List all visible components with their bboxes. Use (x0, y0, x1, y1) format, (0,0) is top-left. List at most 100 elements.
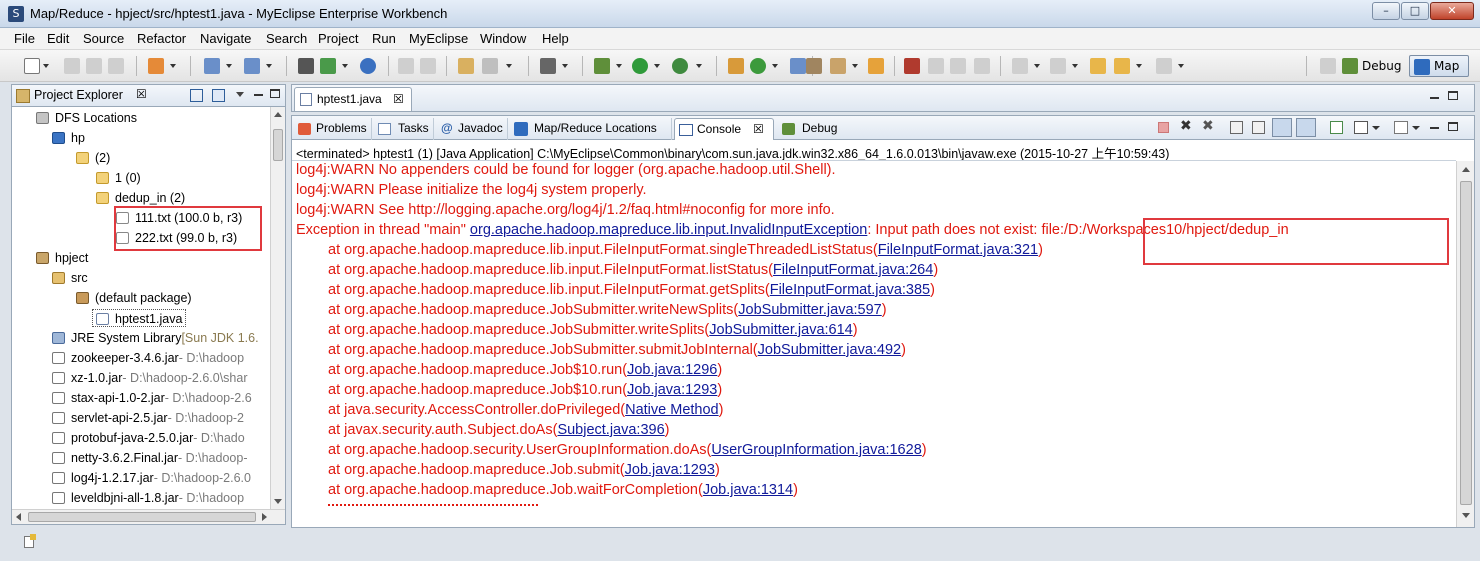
chevron-down-icon[interactable] (562, 64, 568, 68)
chevron-down-icon[interactable] (654, 64, 660, 68)
scroll-right-arrow-icon[interactable] (262, 513, 267, 521)
stack-frame-source-link[interactable]: JobSubmitter.java:614 (709, 322, 852, 338)
tree-item[interactable]: hp (52, 129, 85, 147)
stack-frame-source-link[interactable]: Job.java:1293 (627, 382, 717, 398)
tab-javadoc[interactable]: @ Javadoc (436, 118, 508, 140)
debug-perspective-label[interactable]: Debug (1362, 59, 1401, 73)
close-tab-icon[interactable]: ☒ (136, 87, 147, 101)
maximize-view-icon[interactable] (1448, 122, 1458, 131)
stack-frame-source-link[interactable]: FileInputFormat.java:385 (770, 282, 930, 298)
scroll-down-arrow-icon[interactable] (274, 499, 282, 504)
tree-item[interactable]: src (52, 269, 88, 287)
forward-icon[interactable] (1156, 58, 1172, 74)
tree-item[interactable]: netty-3.6.2.Final.jar - D:\hadoop- (52, 449, 247, 467)
tab-console[interactable]: Console ☒ (674, 118, 774, 140)
browser-icon[interactable] (360, 58, 376, 74)
tree-item[interactable]: 1 (0) (96, 169, 141, 187)
menu-navigate[interactable]: Navigate (200, 31, 251, 46)
menu-edit[interactable]: Edit (47, 31, 69, 46)
stack-frame-source-link[interactable]: Native Method (625, 402, 719, 418)
chevron-down-icon[interactable] (852, 64, 858, 68)
pin-console-icon[interactable] (1330, 121, 1343, 134)
stack-frame-source-link[interactable]: Job.java:1296 (627, 362, 717, 378)
new-class-icon[interactable] (750, 58, 766, 74)
prev-annotation-icon[interactable] (1050, 58, 1066, 74)
chevron-down-icon[interactable] (1034, 64, 1040, 68)
save-icon[interactable] (64, 58, 80, 74)
external-tools-icon[interactable] (672, 58, 688, 74)
collapse-all-icon[interactable] (190, 89, 203, 102)
back-icon[interactable] (1114, 58, 1130, 74)
server-icon[interactable] (244, 58, 260, 74)
paragraph-icon[interactable] (974, 58, 990, 74)
remove-all-launches-icon[interactable]: ✖ (1202, 118, 1214, 134)
tab-tasks[interactable]: Tasks (374, 118, 434, 140)
tree-item[interactable]: log4j-1.2.17.jar - D:\hadoop-2.6.0 (52, 469, 251, 487)
chevron-down-icon[interactable] (696, 64, 702, 68)
pencil-icon[interactable] (830, 58, 846, 74)
stack-frame-source-link[interactable]: JobSubmitter.java:597 (738, 302, 881, 318)
chevron-down-icon[interactable] (1372, 126, 1380, 130)
chevron-down-icon[interactable] (772, 64, 778, 68)
chevron-down-icon[interactable] (170, 64, 176, 68)
new-web-project-icon[interactable] (148, 58, 164, 74)
chevron-down-icon[interactable] (342, 64, 348, 68)
remove-launch-icon[interactable]: ✖ (1180, 118, 1192, 134)
chevron-down-icon[interactable] (1072, 64, 1078, 68)
maximize-editor-icon[interactable] (1448, 91, 1458, 100)
open-perspective-icon[interactable] (1320, 58, 1336, 74)
maximize-view-icon[interactable] (270, 89, 280, 98)
open-console-icon[interactable] (1394, 121, 1408, 134)
minimize-view-icon[interactable] (254, 94, 263, 96)
next-annotation-icon[interactable] (1012, 58, 1028, 74)
tree-item[interactable]: zookeeper-3.4.6.jar - D:\hadoop (52, 349, 244, 367)
open-folder-icon[interactable] (868, 58, 884, 74)
close-tab-icon[interactable]: ☒ (753, 119, 764, 139)
display-console-icon[interactable] (1354, 121, 1368, 134)
stack-frame-source-link[interactable]: JobSubmitter.java:492 (758, 342, 901, 358)
open-type-icon[interactable] (398, 58, 414, 74)
search-tool-icon[interactable] (806, 58, 822, 74)
tree-item[interactable]: hpject (36, 249, 88, 267)
new-icon[interactable] (24, 58, 40, 74)
scroll-down-arrow-icon[interactable] (1462, 513, 1470, 518)
project-explorer-tab[interactable]: Project Explorer (34, 88, 123, 102)
tree-item[interactable]: leveldbjni-all-1.8.jar - D:\hadoop (52, 489, 244, 507)
terminate-icon[interactable] (1158, 122, 1169, 133)
show-on-stderr-icon[interactable] (1296, 118, 1316, 137)
menu-file[interactable]: File (14, 31, 35, 46)
stack-frame-source-link[interactable]: UserGroupInformation.java:1628 (711, 442, 921, 458)
debug-icon[interactable] (594, 58, 610, 74)
menu-search[interactable]: Search (266, 31, 307, 46)
stack-frame-source-link[interactable]: Job.java:1293 (625, 462, 715, 478)
tree-item[interactable]: dedup_in (2) (96, 189, 185, 207)
save-all-icon[interactable] (86, 58, 102, 74)
tree-item[interactable]: protobuf-java-2.5.0.jar - D:\hado (52, 429, 245, 447)
tab-problems[interactable]: Problems (294, 118, 372, 140)
show-on-stdout-icon[interactable] (1272, 118, 1292, 137)
close-tab-icon[interactable]: ☒ (393, 89, 404, 109)
chevron-down-icon[interactable] (43, 64, 49, 68)
tree-item[interactable]: servlet-api-2.5.jar - D:\hadoop-2 (52, 409, 244, 427)
scroll-up-arrow-icon[interactable] (1462, 167, 1470, 172)
new-package-icon[interactable] (728, 58, 744, 74)
chevron-down-icon[interactable] (226, 64, 232, 68)
scroll-lock-icon[interactable] (1252, 121, 1265, 134)
run-config-icon[interactable] (320, 58, 336, 74)
maximize-button[interactable]: □ (1401, 2, 1429, 20)
hierarchy-icon[interactable] (298, 58, 314, 74)
tree-item[interactable]: stax-api-1.0-2.jar - D:\hadoop-2.6 (52, 389, 252, 407)
close-window-button[interactable]: ✕ (1430, 2, 1474, 20)
tree-item[interactable]: (2) (76, 149, 110, 167)
print-icon[interactable] (108, 58, 124, 74)
menu-myeclipse[interactable]: MyEclipse (409, 31, 468, 46)
minimize-editor-icon[interactable] (1430, 97, 1439, 99)
minimize-view-icon[interactable] (1430, 127, 1439, 129)
open-task-icon[interactable] (790, 58, 806, 74)
tree-vertical-scrollbar[interactable] (270, 107, 285, 509)
run-icon[interactable] (632, 58, 648, 74)
scroll-up-arrow-icon[interactable] (274, 112, 282, 117)
tab-debug[interactable]: Debug (778, 118, 850, 140)
minimize-button[interactable]: – (1372, 2, 1400, 20)
chevron-down-icon[interactable] (1412, 126, 1420, 130)
